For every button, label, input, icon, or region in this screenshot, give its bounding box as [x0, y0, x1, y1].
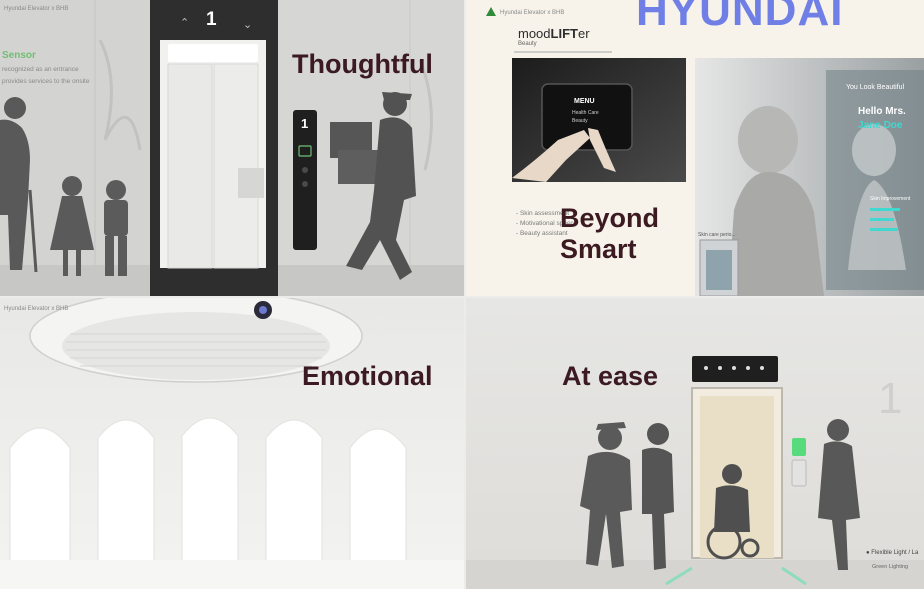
mirror-line-2: Hello Mrs. — [858, 106, 906, 117]
svg-text:⌄: ⌄ — [243, 18, 252, 31]
caption-emotional: Emotional — [302, 361, 433, 391]
app-title-part-a: mood — [518, 26, 551, 41]
menu-title: MENU — [574, 98, 595, 105]
panel-beyond-smart: Hyundai Elevator x BHB moodLIFTer Beauty… — [466, 0, 924, 296]
menu-item-2: Beauty — [572, 118, 588, 124]
panel-at-ease: 1 ● Flexible Light / La Green Lighting A… — [466, 298, 924, 589]
call-panel-number: 1 — [301, 116, 309, 131]
legend-line-1: ● Flexible Light / La — [866, 550, 919, 556]
panel-emotional: Hyundai Elevator x BHB Emotional — [0, 298, 464, 589]
sensor-title: Sensor — [2, 50, 36, 61]
at-ease-illustration — [466, 356, 924, 589]
mirror-line-3: Jane Doe — [858, 120, 903, 131]
svg-text:⌃: ⌃ — [180, 16, 189, 29]
caption-beyond-smart: Beyond Smart — [560, 203, 659, 265]
caption-line-2: Smart — [560, 234, 637, 265]
legend-line-2: Green Lighting — [872, 564, 909, 570]
panel-thoughtful: ⌃ ⌄ Hyundai Elevator x BHB Sensor recogn… — [0, 0, 464, 296]
legend-line-1-text: Flexible Light / La — [871, 550, 919, 556]
mirror-small-label: Skin Improvement — [870, 196, 911, 202]
caption-line-1: Beyond — [560, 203, 660, 233]
emotional-illustration — [0, 298, 464, 589]
app-title-part-c: er — [577, 26, 590, 41]
floor-number-large: 1 — [878, 374, 903, 423]
header-tiny: Hyundai Elevator x BHB — [500, 10, 565, 16]
sensor-line-1: recognized as an entrance — [2, 66, 79, 73]
header-tiny: Hyundai Elevator x BHB — [4, 306, 69, 312]
app-title-part-b: LIFT — [550, 26, 578, 41]
app-title: moodLIFTer — [518, 26, 590, 41]
menu-item-1: Health Care — [572, 110, 599, 116]
mirror-line-1: You Look Beautiful — [846, 84, 905, 91]
header-tiny: Hyundai Elevator x BHB — [4, 6, 69, 12]
floor-indicator: 1 — [206, 9, 217, 30]
caption-at-ease: At ease — [562, 361, 659, 391]
caption-thoughtful: Thoughtful — [292, 49, 433, 79]
thoughtful-illustration: ⌃ ⌄ — [0, 0, 464, 296]
sensor-line-2: provides services to the onsite — [2, 78, 90, 85]
thumbnail-label: Skin care perio... — [698, 232, 736, 238]
app-subtitle: Beauty — [518, 41, 537, 47]
brand-wordmark: HYUNDAI — [636, 0, 844, 35]
